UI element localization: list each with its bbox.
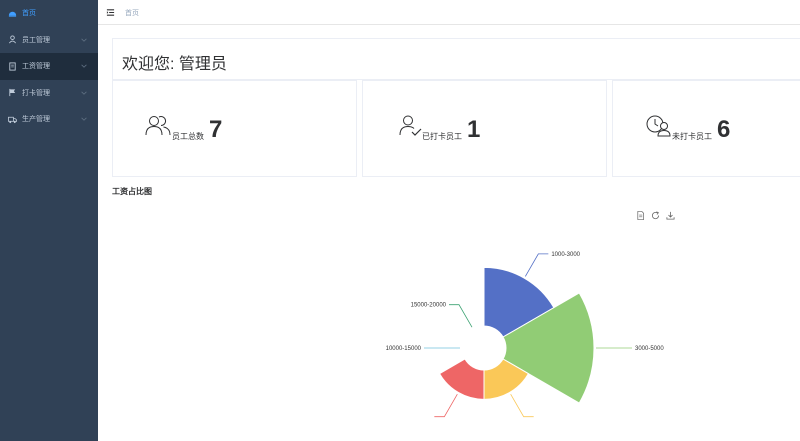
label-line (449, 304, 473, 328)
stat-value: 6 (717, 116, 731, 143)
chevron-down-icon (81, 91, 87, 95)
slice-label: 10000-15000 (386, 346, 422, 352)
welcome-panel: 欢迎您: 管理员 (112, 38, 800, 80)
chevron-down-icon (81, 38, 87, 42)
stat-label: 未打卡员工 (672, 132, 712, 141)
slice-label: 1000-3000 (551, 252, 580, 258)
sidebar-item-label: 打卡管理 (22, 89, 50, 97)
sidebar-item-label: 工资管理 (22, 63, 50, 71)
sidebar-item-label: 员工管理 (22, 36, 50, 44)
rose-slice[interactable] (439, 358, 485, 400)
save-image-icon[interactable] (666, 207, 675, 220)
page-title: 欢迎您: 管理员 (122, 56, 227, 73)
sidebar-item-label: 生产管理 (22, 116, 50, 124)
restore-icon[interactable] (651, 207, 660, 220)
flag-icon (8, 88, 17, 97)
label-line (434, 393, 458, 418)
app: 首页 员工管理 工资管理 打卡管理 生产管理 首页 欢迎您: 管理员 员工总数 … (0, 0, 800, 441)
chevron-down-icon (81, 64, 87, 68)
stat-value: 1 (467, 116, 481, 143)
salary-rose-chart: 1000-3000 3000-5000 10000-15000 15000-20000 (386, 252, 664, 418)
navbar: 首页 (98, 0, 800, 25)
sidebar-item-production[interactable]: 生产管理 (0, 106, 98, 133)
slice-label: 15000-20000 (411, 303, 447, 309)
user-icon (8, 35, 17, 44)
stat-card-unclocked: 未打卡员工 6 (612, 80, 800, 177)
stat-label: 已打卡员工 (422, 132, 462, 141)
label-line (510, 393, 534, 418)
stat-label: 员工总数 (172, 132, 204, 141)
data-view-icon[interactable] (636, 207, 645, 220)
sidebar-item-clockin[interactable]: 打卡管理 (0, 80, 98, 107)
stat-card-total: 员工总数 7 (112, 80, 357, 177)
truck-icon (8, 115, 17, 124)
sidebar-item-label: 首页 (22, 10, 36, 18)
hamburger-icon[interactable] (106, 8, 115, 17)
sidebar-item-home[interactable]: 首页 (0, 0, 98, 27)
stat-card-clocked: 已打卡员工 1 (362, 80, 607, 177)
dashboard-icon (8, 9, 17, 18)
sidebar: 首页 员工管理 工资管理 打卡管理 生产管理 (0, 0, 98, 441)
breadcrumb[interactable]: 首页 (125, 8, 139, 18)
sidebar-item-employee[interactable]: 员工管理 (0, 27, 98, 54)
user-clock-icon (646, 115, 671, 137)
document-icon (8, 62, 17, 71)
chart-toolbox (636, 207, 675, 220)
slice-label: 3000-5000 (635, 346, 664, 352)
users-icon (145, 116, 171, 136)
tags-view (98, 25, 800, 38)
label-line (524, 253, 549, 277)
stat-value: 7 (209, 116, 223, 143)
chart-title: 工资占比图 (112, 187, 152, 196)
chevron-down-icon (81, 117, 87, 121)
sidebar-item-salary[interactable]: 工资管理 (0, 53, 98, 80)
